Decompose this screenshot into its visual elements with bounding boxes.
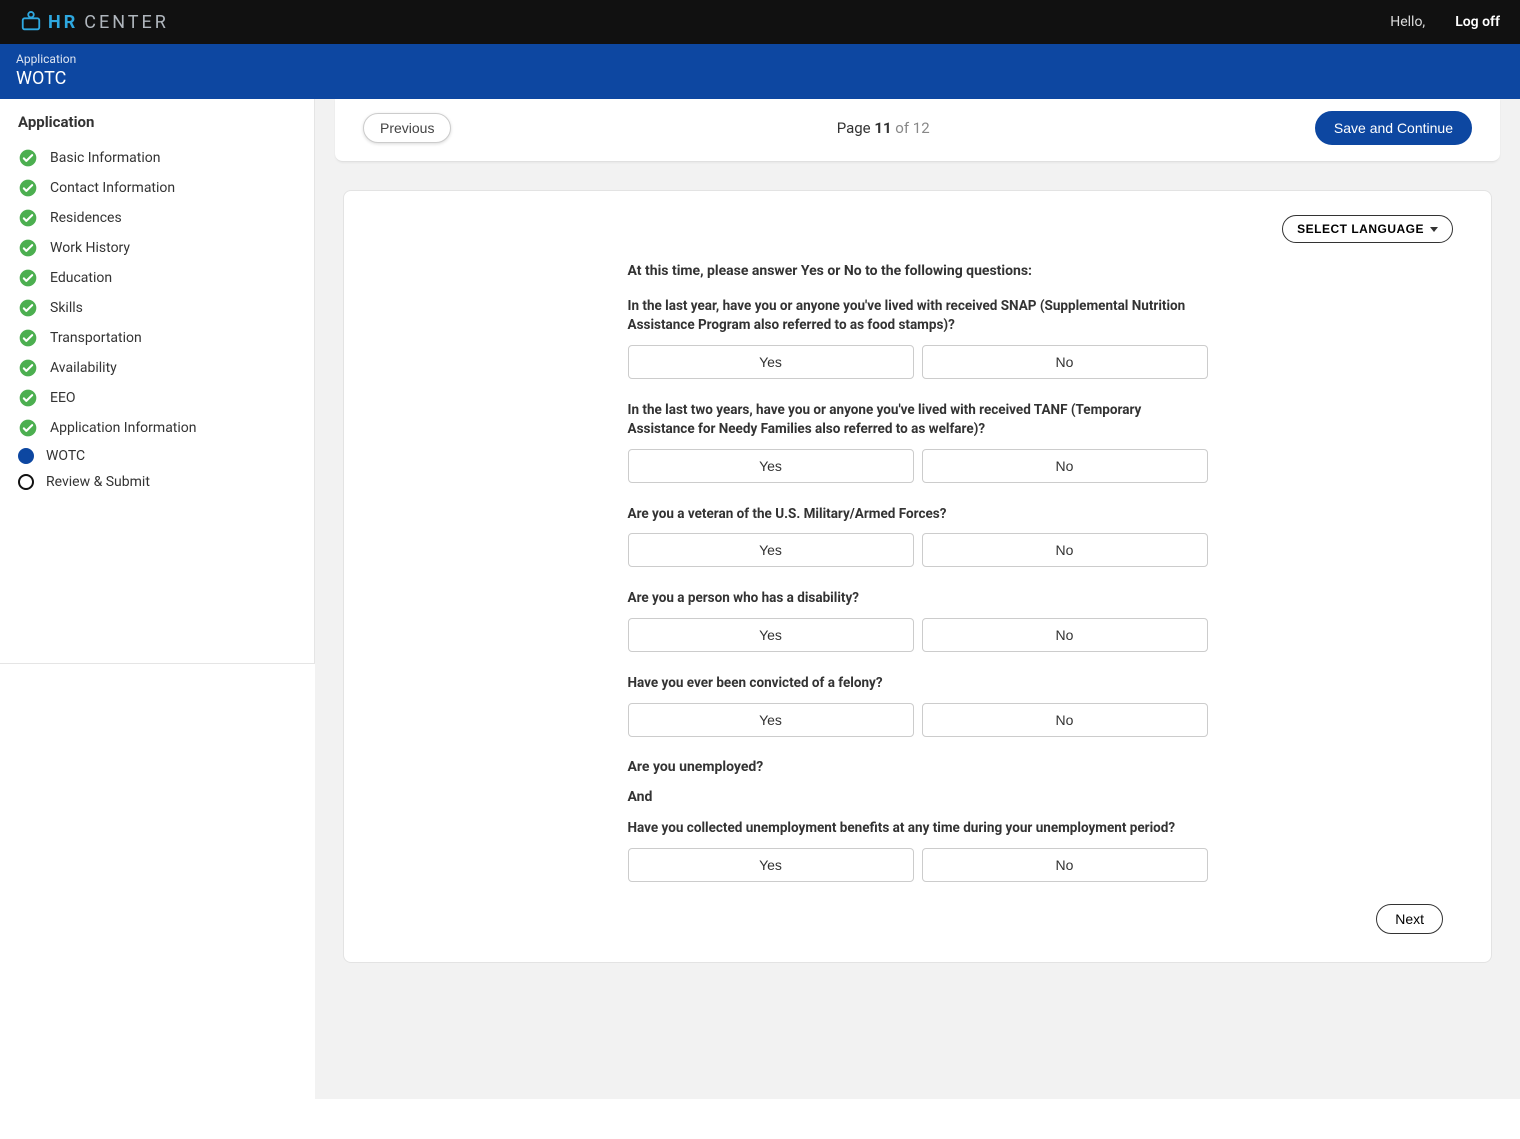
sidebar-step-4[interactable]: Education	[18, 263, 296, 293]
page-indicator: Page 11 of 12	[837, 119, 930, 137]
sidebar-step-7[interactable]: Availability	[18, 353, 296, 383]
save-and-continue-button[interactable]: Save and Continue	[1315, 111, 1472, 145]
check-circle-icon	[18, 208, 38, 228]
question-2: In the last two years, have you or anyon…	[628, 401, 1208, 483]
briefcase-icon	[20, 11, 42, 33]
page-prefix: Page	[837, 119, 875, 137]
sidebar-step-6[interactable]: Transportation	[18, 323, 296, 353]
select-language-label: SELECT LANGUAGE	[1297, 222, 1424, 236]
question-5-text: Have you ever been convicted of a felony…	[628, 674, 1208, 693]
question-4-text: Are you a person who has a disability?	[628, 589, 1208, 608]
sidebar-step-1[interactable]: Contact Information	[18, 173, 296, 203]
topbar-right: Hello, Log off	[1390, 14, 1500, 30]
question-4-no-button[interactable]: No	[922, 618, 1208, 652]
open-step-icon	[18, 474, 34, 490]
check-circle-icon	[18, 328, 38, 348]
question-2-yes-button[interactable]: Yes	[628, 449, 914, 483]
logo[interactable]: HR CENTER	[20, 11, 169, 33]
page-of: of	[892, 119, 913, 137]
question-5: Have you ever been convicted of a felony…	[628, 674, 1208, 737]
sidebar-step-label: Skills	[50, 300, 83, 316]
topbar: HR CENTER Hello, Log off	[0, 0, 1520, 44]
question-4-yes-button[interactable]: Yes	[628, 618, 914, 652]
check-circle-icon	[18, 238, 38, 258]
sidebar-step-2[interactable]: Residences	[18, 203, 296, 233]
sidebar-title: Application	[18, 113, 296, 131]
sidebar-step-label: Transportation	[50, 330, 142, 346]
next-button[interactable]: Next	[1376, 904, 1443, 934]
question-4: Are you a person who has a disability? Ye…	[628, 589, 1208, 652]
sidebar-step-label: Work History	[50, 240, 130, 256]
question-3-text: Are you a veteran of the U.S. Military/A…	[628, 505, 1208, 524]
sidebar-step-label: Residences	[50, 210, 122, 226]
question-2-no-button[interactable]: No	[922, 449, 1208, 483]
question-1-text: In the last year, have you or anyone you…	[628, 297, 1208, 335]
current-step-icon	[18, 448, 34, 464]
logo-text-hr: HR	[48, 12, 78, 33]
sidebar-step-11[interactable]: Review & Submit	[18, 469, 296, 495]
main-area: Previous Page 11 of 12 Save and Continue…	[315, 99, 1520, 1099]
sidebar-step-8[interactable]: EEO	[18, 383, 296, 413]
hello-label: Hello,	[1390, 14, 1425, 30]
page-title: WOTC	[16, 68, 1504, 89]
question-6-yes-button[interactable]: Yes	[628, 848, 914, 882]
sidebar-step-label: EEO	[50, 390, 76, 406]
blue-header: Application WOTC	[0, 44, 1520, 99]
sidebar-step-label: Application Information	[50, 420, 197, 436]
question-6b-text: Have you collected unemployment benefits…	[628, 819, 1208, 838]
pager-bar: Previous Page 11 of 12 Save and Continue	[335, 99, 1500, 162]
sidebar-step-label: WOTC	[46, 448, 85, 464]
question-5-yes-button[interactable]: Yes	[628, 703, 914, 737]
page-number-total: 12	[913, 119, 930, 137]
check-circle-icon	[18, 388, 38, 408]
form-intro: At this time, please answer Yes or No to…	[628, 263, 1208, 279]
question-3-yes-button[interactable]: Yes	[628, 533, 914, 567]
question-2-text: In the last two years, have you or anyon…	[628, 401, 1208, 439]
select-language-button[interactable]: SELECT LANGUAGE	[1282, 215, 1453, 243]
question-1-yes-button[interactable]: Yes	[628, 345, 914, 379]
sidebar-step-label: Education	[50, 270, 112, 286]
form-body: At this time, please answer Yes or No to…	[628, 263, 1208, 882]
sidebar-step-3[interactable]: Work History	[18, 233, 296, 263]
sidebar-step-9[interactable]: Application Information	[18, 413, 296, 443]
sidebar: Application Basic Information Contact Inf…	[0, 99, 315, 664]
sidebar-step-label: Availability	[50, 360, 117, 376]
previous-button[interactable]: Previous	[363, 113, 451, 143]
logoff-link[interactable]: Log off	[1455, 14, 1500, 30]
sidebar-step-label: Basic Information	[50, 150, 161, 166]
check-circle-icon	[18, 298, 38, 318]
sidebar-step-label: Contact Information	[50, 180, 175, 196]
question-6a-text: Are you unemployed?	[628, 759, 1208, 775]
question-3-no-button[interactable]: No	[922, 533, 1208, 567]
page-number-current: 11	[874, 119, 891, 137]
question-3: Are you a veteran of the U.S. Military/A…	[628, 505, 1208, 568]
sidebar-step-5[interactable]: Skills	[18, 293, 296, 323]
check-circle-icon	[18, 358, 38, 378]
logo-text-center: CENTER	[84, 12, 169, 33]
breadcrumb: Application	[16, 52, 1504, 66]
question-6-no-button[interactable]: No	[922, 848, 1208, 882]
question-1-no-button[interactable]: No	[922, 345, 1208, 379]
form-card: SELECT LANGUAGE At this time, please ans…	[343, 190, 1492, 963]
check-circle-icon	[18, 178, 38, 198]
question-5-no-button[interactable]: No	[922, 703, 1208, 737]
and-label: And	[628, 789, 1208, 805]
sidebar-step-label: Review & Submit	[46, 474, 150, 490]
sidebar-step-0[interactable]: Basic Information	[18, 143, 296, 173]
check-circle-icon	[18, 148, 38, 168]
question-6: Have you collected unemployment benefits…	[628, 819, 1208, 882]
check-circle-icon	[18, 268, 38, 288]
question-1: In the last year, have you or anyone you…	[628, 297, 1208, 379]
sidebar-step-10[interactable]: WOTC	[18, 443, 296, 469]
chevron-down-icon	[1430, 227, 1438, 232]
check-circle-icon	[18, 418, 38, 438]
